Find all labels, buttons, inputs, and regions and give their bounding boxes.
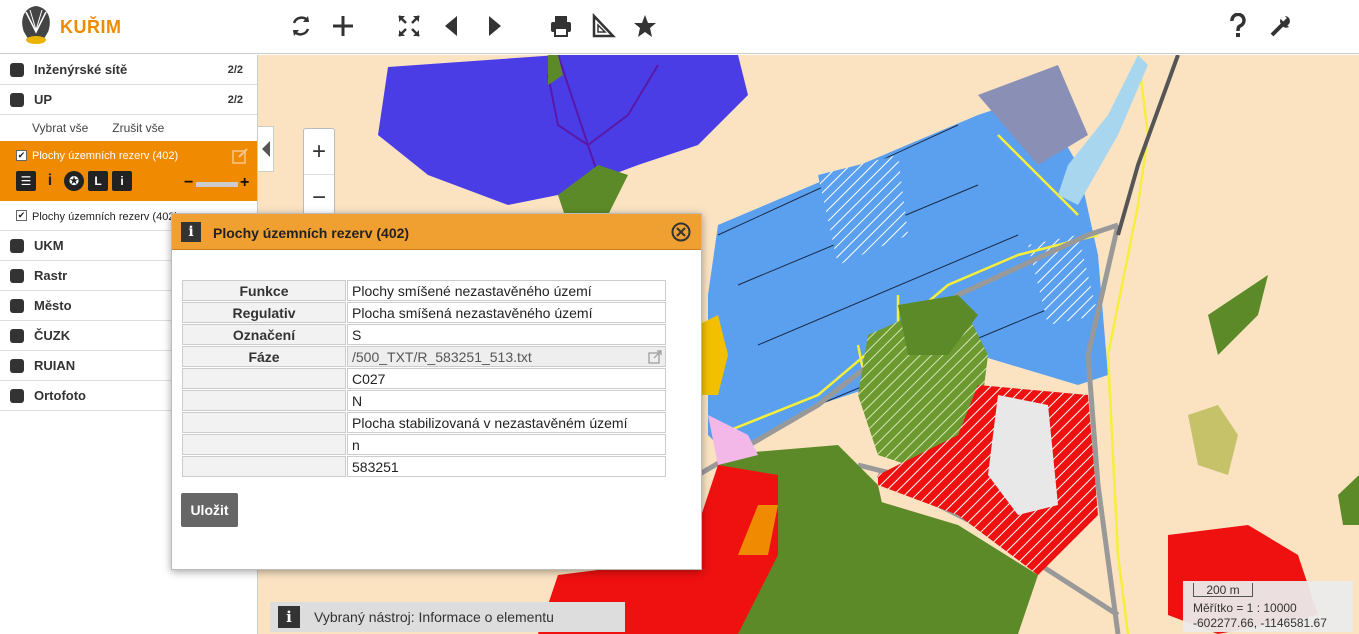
sublayer-checkbox[interactable]: ✔ (16, 150, 27, 161)
dialog-header: i Plochy územních rezerv (402) (172, 214, 701, 250)
print-icon[interactable] (543, 8, 579, 44)
layer-toggle-icon[interactable] (10, 239, 24, 253)
layer-label: UP (34, 92, 53, 107)
scale-bar: 200 m (1193, 583, 1253, 597)
list-icon[interactable]: ☰ (16, 171, 36, 191)
layer-label: Město (34, 298, 72, 313)
layer-count: 2/2 (227, 64, 243, 76)
scale-info: 200 m Měřítko = 1 : 10000 -602277.66, -1… (1183, 581, 1353, 632)
table-row: Označení S (182, 324, 666, 345)
save-button[interactable]: Uložit (181, 493, 238, 527)
layer-label: Inženýrské sítě (34, 62, 128, 77)
external-link-icon[interactable] (648, 350, 662, 364)
plus-small-icon[interactable]: + (240, 175, 249, 191)
layer-toggle-icon[interactable] (10, 329, 24, 343)
close-icon[interactable] (671, 222, 691, 242)
slider-track[interactable] (196, 182, 238, 187)
attr-value[interactable]: Plocha stabilizovaná v nezastavěném územ… (347, 412, 666, 433)
table-row: N (182, 390, 666, 411)
attr-value[interactable]: N (347, 390, 666, 411)
attr-value[interactable]: Plochy smíšené nezastavěného území (347, 280, 666, 301)
attr-key (182, 456, 346, 477)
attr-value[interactable]: n (347, 434, 666, 455)
target-icon[interactable]: ✪ (64, 171, 84, 191)
dialog-title: Plochy územních rezerv (402) (213, 225, 410, 241)
panel-collapse-button[interactable] (258, 126, 274, 172)
measure-icon[interactable] (585, 8, 621, 44)
legend-icon[interactable]: L (88, 171, 108, 191)
layer-label: UKM (34, 238, 64, 253)
attr-key: Regulativ (182, 302, 346, 323)
plus-icon[interactable] (325, 8, 361, 44)
layer-label: Rastr (34, 268, 68, 283)
logo-text: KUŘIM (60, 17, 122, 37)
layer-toggle-icon[interactable] (10, 63, 24, 77)
edit-icon[interactable] (231, 147, 249, 165)
zoom-in-button[interactable]: + (304, 129, 334, 175)
opacity-slider[interactable]: − + (184, 175, 252, 191)
layer-toggle-icon[interactable] (10, 93, 24, 107)
toolbar: KUŘIM (0, 0, 1359, 54)
info-icon: i (278, 606, 300, 628)
layer-actions: Vybrat vše Zrušit vše (0, 115, 257, 141)
back-icon[interactable] (433, 8, 469, 44)
info-icon: i (181, 222, 201, 242)
refresh-icon[interactable] (283, 8, 319, 44)
layer-toggle-icon[interactable] (10, 269, 24, 283)
layer-label: ČUZK (34, 328, 71, 343)
select-all-link[interactable]: Vybrat vše (32, 121, 88, 135)
sublayer-label: Plochy územních rezerv (402) (32, 150, 179, 162)
sublayer-label: Plochy územních rezerv (402) (32, 211, 179, 223)
minus-icon[interactable]: − (184, 175, 193, 191)
fullextent-icon[interactable] (391, 8, 427, 44)
attr-key (182, 390, 346, 411)
layer-up[interactable]: UP 2/2 (0, 85, 257, 115)
wrench-icon[interactable] (1262, 8, 1298, 44)
layer-count: 2/2 (227, 94, 243, 106)
layer-label: RUIAN (34, 358, 76, 373)
table-row: Fáze /500_TXT/R_583251_513.txt (182, 346, 666, 367)
attribute-table: Funkce Plochy smíšené nezastavěného územ… (181, 279, 667, 478)
table-row: Regulativ Plocha smíšená nezastavěného ú… (182, 302, 666, 323)
table-row: Funkce Plochy smíšené nezastavěného územ… (182, 280, 666, 301)
help-icon[interactable] (1220, 8, 1256, 44)
sublayer-tools: ☰ i ✪ L i (16, 171, 132, 191)
layer-label: Ortofoto (34, 388, 86, 403)
attr-value[interactable]: Plocha smíšená nezastavěného území (347, 302, 666, 323)
map-zoom-control: + − (303, 128, 335, 222)
layer-toggle-icon[interactable] (10, 359, 24, 373)
star-icon[interactable] (627, 8, 663, 44)
status-text: Vybraný nástroj: Informace o elementu (314, 609, 554, 625)
table-row: Plocha stabilizovaná v nezastavěném územ… (182, 412, 666, 433)
deselect-all-link[interactable]: Zrušit vše (112, 121, 164, 135)
attr-value-file[interactable]: /500_TXT/R_583251_513.txt (347, 346, 666, 367)
attr-key: Označení (182, 324, 346, 345)
status-bar: i Vybraný nástroj: Informace o elementu (270, 602, 625, 632)
table-row: n (182, 434, 666, 455)
chevron-left-icon (261, 141, 270, 157)
attr-value[interactable]: 583251 (347, 456, 666, 477)
metadata-icon[interactable]: i (112, 171, 132, 191)
attr-key: Fáze (182, 346, 346, 367)
attr-key (182, 434, 346, 455)
city-logo (22, 6, 50, 44)
sublayer-checkbox[interactable]: ✔ (16, 210, 27, 221)
table-row: C027 (182, 368, 666, 389)
attr-key: Funkce (182, 280, 346, 301)
layer-toggle-icon[interactable] (10, 299, 24, 313)
attr-key (182, 412, 346, 433)
info-icon[interactable]: i (40, 171, 60, 191)
active-sublayer[interactable]: ✔ Plochy územních rezerv (402) ☰ i ✪ L i… (0, 141, 257, 201)
attr-value[interactable]: S (347, 324, 666, 345)
layer-toggle-icon[interactable] (10, 389, 24, 403)
cursor-coordinates: -602277.66, -1146581.67 (1193, 616, 1327, 630)
forward-icon[interactable] (477, 8, 513, 44)
table-row: 583251 (182, 456, 666, 477)
feature-info-dialog: i Plochy územních rezerv (402) Funkce Pl… (171, 213, 702, 570)
attr-value-text: /500_TXT/R_583251_513.txt (352, 348, 532, 365)
layer-inzenyrske-site[interactable]: Inženýrské sítě 2/2 (0, 55, 257, 85)
attr-key (182, 368, 346, 389)
scale-ratio: Měřítko = 1 : 10000 (1193, 601, 1297, 615)
attr-value[interactable]: C027 (347, 368, 666, 389)
